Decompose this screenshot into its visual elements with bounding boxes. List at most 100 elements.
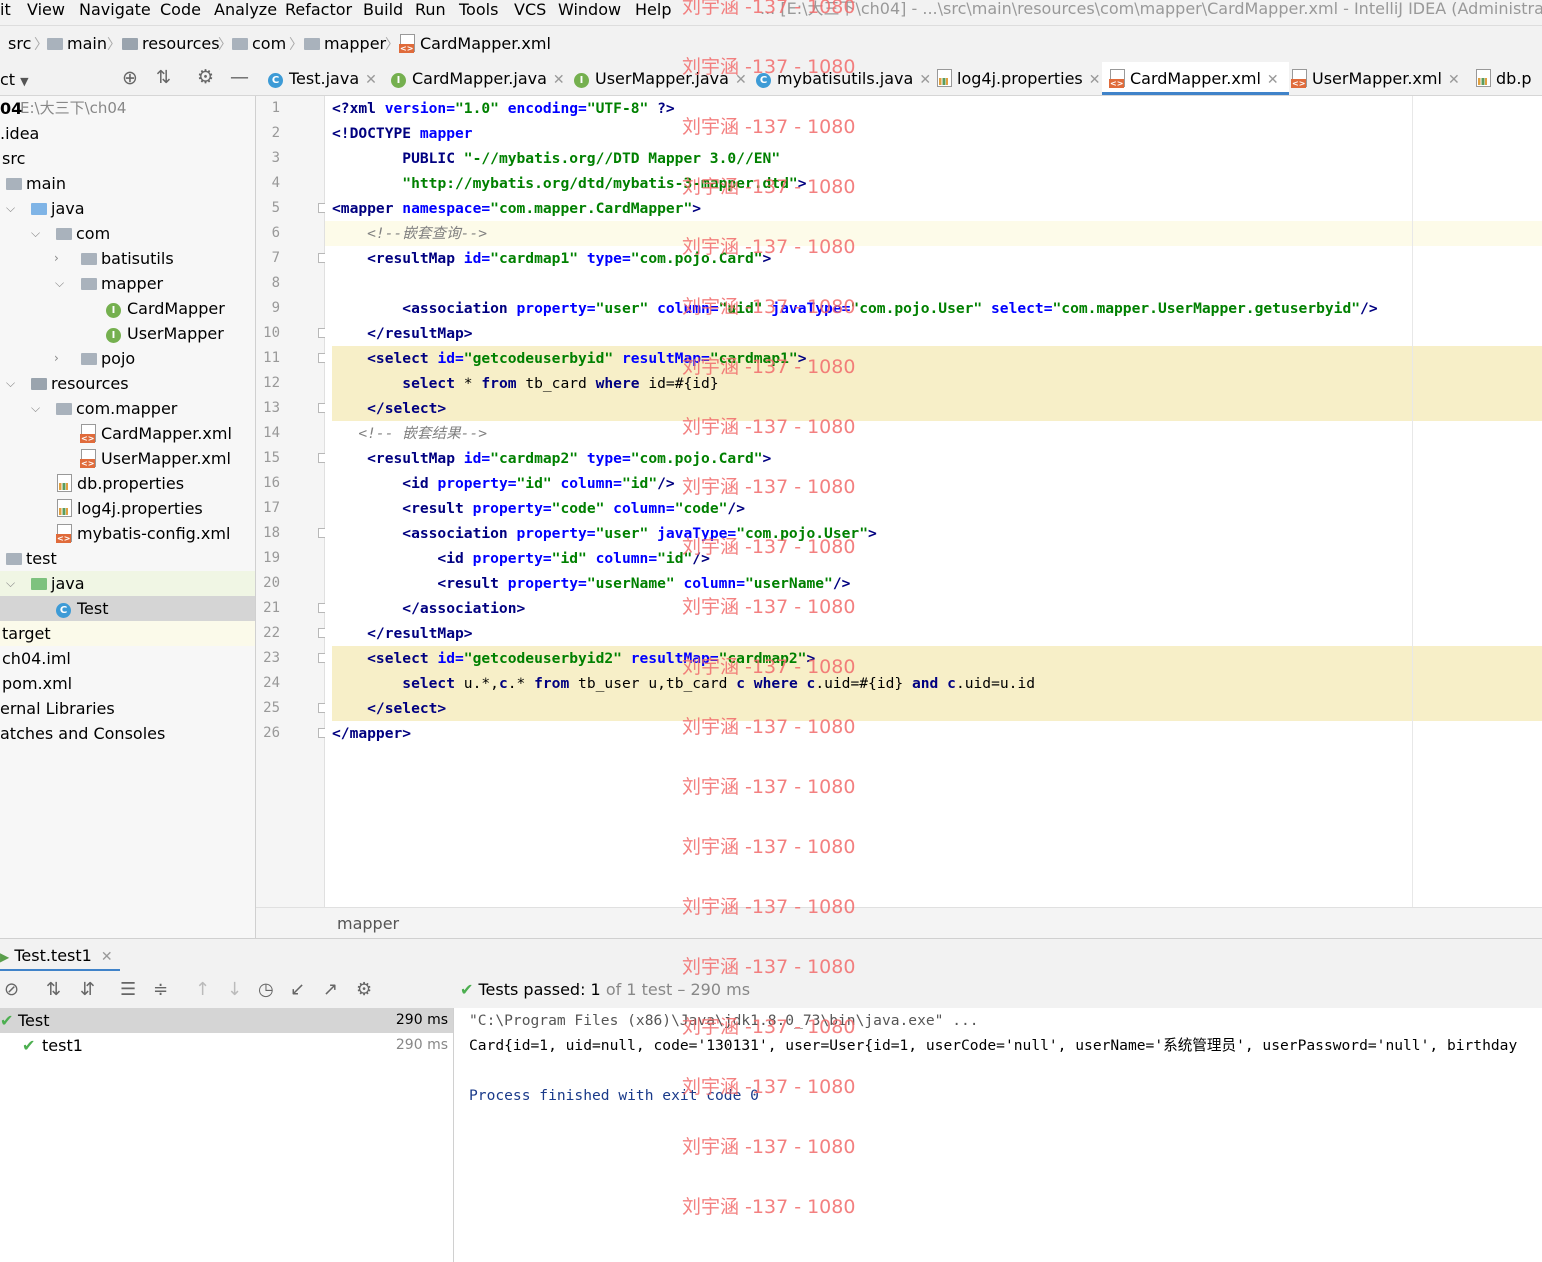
tree-item-com[interactable]: ⌵ com (0, 221, 255, 246)
export-icon[interactable]: ↗ (323, 979, 338, 1000)
tree-item-src[interactable]: src (0, 146, 255, 171)
code-line: <association property="user" column="uid… (332, 300, 1378, 317)
close-icon[interactable]: ✕ (735, 72, 747, 88)
tab-cardmapper-xml[interactable]: CardMapper.xml✕ (1102, 62, 1289, 95)
tree-item-cardmapper-xml[interactable]: CardMapper.xml (0, 421, 255, 446)
breadcrumb-mapper[interactable]: mapper (304, 34, 386, 53)
tab-test-java[interactable]: C Test.java ✕ (268, 62, 377, 95)
minimize-icon[interactable]: — (230, 66, 249, 88)
gear-icon[interactable]: ⚙ (197, 66, 214, 88)
sort-alphabetically-icon[interactable]: ⇅ (46, 979, 61, 1000)
chevron-down-icon[interactable]: ⌵ (55, 271, 64, 296)
close-icon[interactable]: ✕ (553, 72, 565, 88)
chevron-down-icon[interactable]: ⌵ (6, 196, 15, 221)
code-line: </resultMap> (332, 625, 473, 642)
menu-navigate[interactable]: Navigate (79, 0, 151, 20)
breadcrumb-file[interactable]: CardMapper.xml (399, 34, 551, 53)
collapse-all-icon[interactable]: ⇅ (156, 67, 171, 88)
breadcrumb-main[interactable]: main (47, 34, 107, 53)
tree-item-batisutils[interactable]: › batisutils (0, 246, 255, 271)
chevron-right-icon[interactable]: › (54, 346, 59, 371)
menu-build[interactable]: Build (363, 0, 403, 20)
chevron-down-icon[interactable]: ⌵ (6, 371, 15, 396)
close-icon[interactable]: ✕ (101, 949, 113, 965)
breadcrumb-src[interactable]: src (8, 34, 31, 53)
tree-item-test-class[interactable]: C Test (0, 596, 255, 621)
tree-item-usermapper-xml[interactable]: UserMapper.xml (0, 446, 255, 471)
check-icon: ✔ (22, 1036, 36, 1055)
tab-cardmapper-java[interactable]: I CardMapper.java ✕ (391, 62, 565, 95)
breadcrumb-resources[interactable]: resources (122, 34, 220, 53)
tree-item-pojo[interactable]: › pojo (0, 346, 255, 371)
expand-all-icon[interactable]: ☰ (120, 979, 136, 1000)
tree-item-target[interactable]: target (0, 621, 255, 646)
tree-item-main[interactable]: main (0, 171, 255, 196)
chevron-down-icon[interactable]: ⌵ (6, 571, 15, 596)
code-line: select u.*,c.* from tb_user u,tb_card c … (332, 675, 1036, 692)
interface-icon: I (391, 73, 406, 88)
tree-item-root[interactable]: 04 E:\大三下\ch04 (0, 96, 255, 121)
tree-item-test[interactable]: test (0, 546, 255, 571)
tree-item-java[interactable]: ⌵ java (0, 196, 255, 221)
menu-help[interactable]: Help (635, 0, 671, 20)
import-icon[interactable]: ↙ (290, 979, 305, 1000)
tab-log4j-properties[interactable]: log4j.properties ✕ (937, 62, 1100, 95)
tree-item-test-java[interactable]: ⌵ java (0, 571, 255, 596)
chevron-right-icon[interactable]: › (54, 246, 59, 271)
line-number: 6 (271, 225, 280, 241)
arrow-up-icon[interactable]: ↑ (195, 979, 210, 1000)
tree-item-usermapper[interactable]: I UserMapper (0, 321, 255, 346)
editor-breadcrumb-mapper[interactable]: mapper (337, 914, 399, 933)
menu-code[interactable]: Code (160, 0, 201, 20)
close-icon[interactable]: ✕ (1448, 72, 1460, 88)
tree-item-mybatis-config[interactable]: mybatis-config.xml (0, 521, 255, 546)
tree-item-pom[interactable]: pom.xml (0, 671, 255, 696)
tree-item-db-properties[interactable]: db.properties (0, 471, 255, 496)
menu-analyze[interactable]: Analyze (214, 0, 277, 20)
menu-tools[interactable]: Tools (459, 0, 498, 20)
tab-db-properties[interactable]: db.p (1476, 62, 1532, 95)
chevron-down-icon[interactable]: ⌵ (31, 396, 40, 421)
tab-usermapper-xml[interactable]: UserMapper.xml✕ (1291, 62, 1460, 95)
menu-vcs[interactable]: VCS (514, 0, 546, 20)
tree-item-idea[interactable]: .idea (0, 121, 255, 146)
test-node-method[interactable]: ✔ test1 290 ms (0, 1033, 453, 1058)
tree-item-resources[interactable]: ⌵ resources (0, 371, 255, 396)
sort-by-duration-icon[interactable]: ⇵ (80, 979, 95, 1000)
close-icon[interactable]: ✕ (919, 72, 931, 88)
run-tab[interactable]: ▶ Test.test1 ✕ (0, 939, 120, 972)
stop-icon[interactable]: ⊘ (4, 979, 19, 1000)
locate-file-icon[interactable]: ⊕ (122, 67, 138, 89)
tree-item-ch04-iml[interactable]: ch04.iml (0, 646, 255, 671)
history-icon[interactable]: ◷ (258, 979, 274, 1000)
tab-usermapper-java[interactable]: I UserMapper.java ✕ (574, 62, 747, 95)
close-icon[interactable]: ✕ (1267, 72, 1279, 88)
menu-view[interactable]: View (27, 0, 65, 20)
properties-file-icon (57, 499, 72, 517)
project-view-selector[interactable]: ct ▼ (0, 70, 29, 89)
tab-mybatisutils-java[interactable]: Cmybatisutils.java ✕ (756, 62, 931, 95)
tree-item-cardmapper[interactable]: I CardMapper (0, 296, 255, 321)
menu-run[interactable]: Run (415, 0, 446, 20)
tree-item-external-libraries[interactable]: ernal Libraries (0, 696, 255, 721)
close-icon[interactable]: ✕ (1089, 72, 1101, 88)
folder-icon (232, 38, 248, 50)
tests-passed-status: ✔ Tests passed: 1 of 1 test – 290 ms (460, 980, 751, 999)
chevron-down-icon[interactable]: ⌵ (31, 221, 40, 246)
tree-item-com-mapper[interactable]: ⌵ com.mapper (0, 396, 255, 421)
arrow-down-icon[interactable]: ↓ (227, 979, 242, 1000)
breadcrumb-com[interactable]: com (232, 34, 286, 53)
menu-edit[interactable]: it (0, 0, 11, 20)
menu-window[interactable]: Window (558, 0, 621, 20)
menu-refactor[interactable]: Refactor (285, 0, 352, 20)
code-editor[interactable]: <?xml version="1.0" encoding="UTF-8" ?> … (325, 96, 1542, 907)
gear-icon[interactable]: ⚙ (356, 979, 372, 1000)
tree-item-log4j-properties[interactable]: log4j.properties (0, 496, 255, 521)
test-node-class[interactable]: ✔ Test 290 ms (0, 1008, 453, 1033)
tree-item-mapper[interactable]: ⌵ mapper (0, 271, 255, 296)
close-icon[interactable]: ✕ (365, 72, 377, 88)
console-output[interactable]: "C:\Program Files (x86)\Java\jdk1.8.0_73… (454, 1008, 1542, 1262)
code-line: </mapper> (332, 725, 412, 742)
collapse-all-icon[interactable]: ≑ (153, 979, 168, 1000)
tree-item-scratches[interactable]: atches and Consoles (0, 721, 255, 746)
